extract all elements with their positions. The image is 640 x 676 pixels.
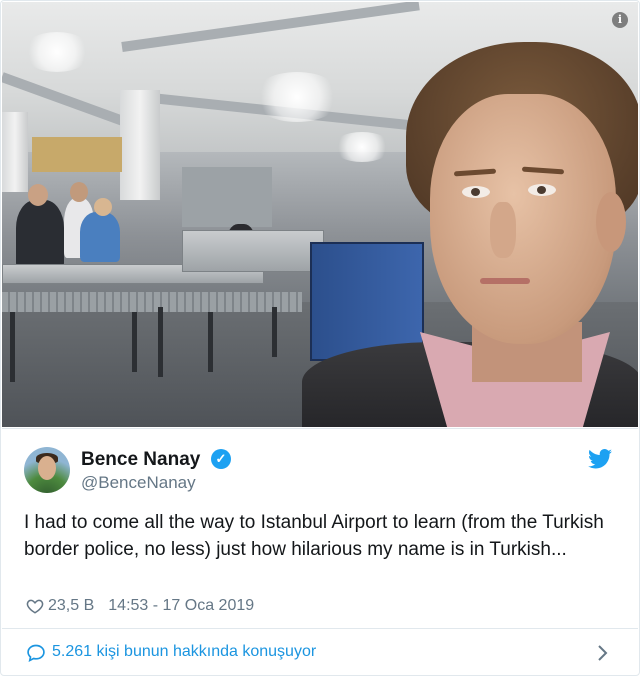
terminal-pillar	[2, 112, 28, 192]
tweet-meta: 23,5 B 14:53 - 17 Oca 2019	[26, 595, 254, 617]
security-conveyor	[2, 292, 302, 312]
wall-mural	[32, 137, 122, 172]
man-eye	[462, 186, 490, 198]
tweet-body: Bence Nanay ✓ @BenceNanay I had to come …	[2, 428, 638, 629]
author-display-name[interactable]: Bence Nanay	[81, 449, 200, 471]
author-avatar[interactable]	[24, 447, 70, 493]
table-leg	[272, 307, 277, 357]
avatar-face	[38, 456, 56, 480]
heart-icon[interactable]	[26, 597, 44, 615]
author-handle[interactable]: @BenceNanay	[81, 473, 196, 493]
tweet-photo-airport-selfie[interactable]: i	[2, 2, 638, 427]
man-nose	[490, 202, 516, 258]
conversation-link[interactable]: 5.261 kişi bunun hakkında konuşuyor	[52, 643, 316, 661]
tweet-timestamp[interactable]: 14:53 - 17 Oca 2019	[108, 597, 254, 615]
table-leg	[10, 312, 15, 382]
twitter-bird-icon[interactable]	[588, 449, 612, 469]
traveler-figure	[80, 212, 120, 262]
man-eye	[528, 184, 556, 196]
conversation-footer[interactable]: 5.261 kişi bunun hakkında konuşuyor	[2, 628, 638, 675]
chevron-right-icon[interactable]	[595, 644, 609, 662]
embedded-tweet-card: i Bence Nanay ✓ @BenceNanay I had to com…	[0, 0, 640, 676]
traveler-figure	[16, 200, 64, 270]
table-leg	[208, 312, 213, 372]
man-mouth	[480, 278, 530, 284]
table-leg	[132, 312, 137, 372]
man-ear	[596, 192, 626, 252]
ceiling-light	[332, 132, 392, 162]
ceiling-light	[252, 72, 342, 122]
traveler-head	[28, 184, 48, 206]
like-count[interactable]: 23,5 B	[48, 597, 94, 615]
table-leg	[158, 307, 163, 377]
background-counter	[182, 167, 272, 227]
man-face	[430, 94, 616, 344]
terminal-pillar	[120, 90, 160, 200]
ceiling-light	[22, 32, 92, 72]
speech-bubble-icon	[27, 644, 45, 663]
traveler-head	[70, 182, 88, 202]
traveler-head	[94, 198, 112, 216]
info-icon[interactable]: i	[612, 12, 628, 28]
security-counter	[182, 230, 324, 272]
verified-badge-icon: ✓	[211, 449, 231, 469]
tweet-text: I had to come all the way to Istanbul Ai…	[24, 512, 604, 560]
